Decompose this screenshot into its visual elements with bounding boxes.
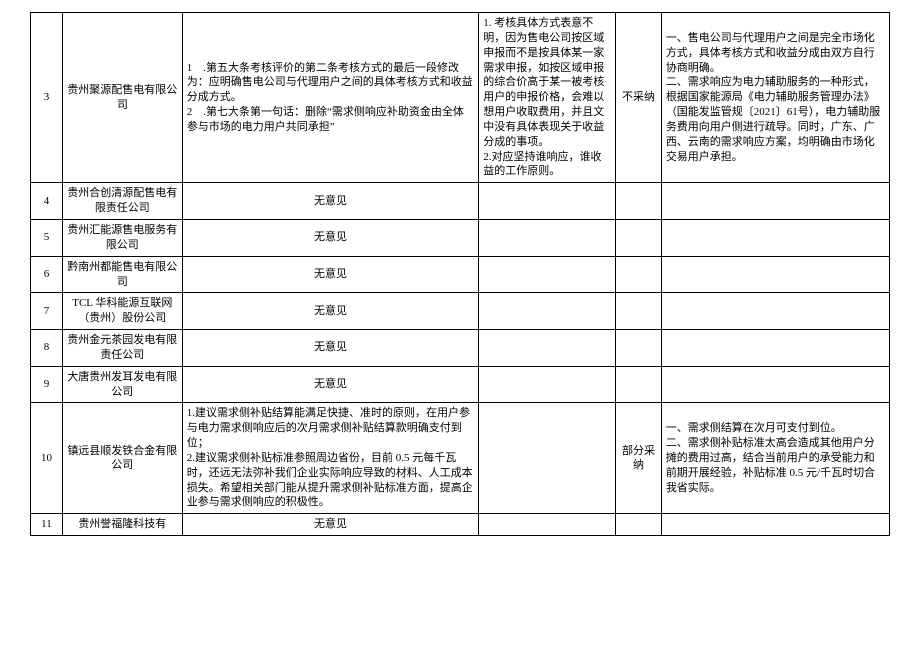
adopt-cell: [616, 514, 662, 536]
row-index: 10: [31, 403, 63, 514]
opinion-cell: 无意见: [182, 183, 479, 220]
row-index: 6: [31, 256, 63, 293]
org-name: TCL 华科能源互联网（贵州）股份公司: [62, 293, 182, 330]
opinion-cell: 1.建议需求侧补贴结算能满足快捷、准时的原则，在用户参与电力需求侧响应后的次月需…: [182, 403, 479, 514]
internal-cell: [479, 514, 616, 536]
org-name: 贵州誉福隆科技有: [62, 514, 182, 536]
adopt-cell: [616, 183, 662, 220]
adopt-cell: [616, 330, 662, 367]
internal-cell: [479, 293, 616, 330]
response-cell: [661, 293, 889, 330]
response-cell: [661, 330, 889, 367]
adopt-cell: [616, 219, 662, 256]
internal-cell: [479, 403, 616, 514]
org-name: 贵州汇能源售电服务有限公司: [62, 219, 182, 256]
feedback-table: 3贵州聚源配售电有限公司1 .第五大条考核评价的第二条考核方式的最后一段修改为：…: [30, 12, 890, 536]
response-cell: [661, 514, 889, 536]
row-index: 3: [31, 13, 63, 183]
opinion-cell: 无意见: [182, 366, 479, 403]
response-cell: [661, 366, 889, 403]
table-row: 9大唐贵州发耳发电有限公司无意见: [31, 366, 890, 403]
internal-cell: [479, 366, 616, 403]
org-name: 贵州聚源配售电有限公司: [62, 13, 182, 183]
table-row: 8贵州金元茶园发电有限责任公司无意见: [31, 330, 890, 367]
adopt-cell: 不采纳: [616, 13, 662, 183]
row-index: 4: [31, 183, 63, 220]
row-index: 9: [31, 366, 63, 403]
table-row: 10镇远县顺发铁合金有限公司1.建议需求侧补贴结算能满足快捷、准时的原则，在用户…: [31, 403, 890, 514]
table-row: 11贵州誉福隆科技有无意见: [31, 514, 890, 536]
response-cell: 一、售电公司与代理用户之间是完全市场化方式，具体考核方式和收益分成由双方自行协商…: [661, 13, 889, 183]
opinion-cell: 无意见: [182, 330, 479, 367]
page-container: 3贵州聚源配售电有限公司1 .第五大条考核评价的第二条考核方式的最后一段修改为：…: [0, 0, 920, 651]
opinion-cell: 无意见: [182, 514, 479, 536]
table-row: 7TCL 华科能源互联网（贵州）股份公司无意见: [31, 293, 890, 330]
response-cell: [661, 183, 889, 220]
internal-cell: 1. 考核具体方式表意不明，因为售电公司按区域申报而不是按具体某一家需求申报，如…: [479, 13, 616, 183]
org-name: 镇远县顺发铁合金有限公司: [62, 403, 182, 514]
opinion-cell: 无意见: [182, 219, 479, 256]
org-name: 黔南州都能售电有限公司: [62, 256, 182, 293]
internal-cell: [479, 330, 616, 367]
row-index: 7: [31, 293, 63, 330]
table-row: 3贵州聚源配售电有限公司1 .第五大条考核评价的第二条考核方式的最后一段修改为：…: [31, 13, 890, 183]
opinion-cell: 1 .第五大条考核评价的第二条考核方式的最后一段修改为：应明确售电公司与代理用户…: [182, 13, 479, 183]
internal-cell: [479, 219, 616, 256]
opinion-cell: 无意见: [182, 293, 479, 330]
adopt-cell: [616, 366, 662, 403]
response-cell: [661, 256, 889, 293]
table-row: 6黔南州都能售电有限公司无意见: [31, 256, 890, 293]
internal-cell: [479, 183, 616, 220]
row-index: 11: [31, 514, 63, 536]
row-index: 8: [31, 330, 63, 367]
table-row: 4贵州合创清源配售电有限责任公司无意见: [31, 183, 890, 220]
row-index: 5: [31, 219, 63, 256]
response-cell: [661, 219, 889, 256]
response-cell: 一、需求侧结算在次月可支付到位。 二、需求侧补贴标准太高会造成其他用户分摊的费用…: [661, 403, 889, 514]
adopt-cell: 部分采纳: [616, 403, 662, 514]
table-row: 5贵州汇能源售电服务有限公司无意见: [31, 219, 890, 256]
org-name: 贵州合创清源配售电有限责任公司: [62, 183, 182, 220]
adopt-cell: [616, 293, 662, 330]
internal-cell: [479, 256, 616, 293]
adopt-cell: [616, 256, 662, 293]
org-name: 大唐贵州发耳发电有限公司: [62, 366, 182, 403]
org-name: 贵州金元茶园发电有限责任公司: [62, 330, 182, 367]
opinion-cell: 无意见: [182, 256, 479, 293]
